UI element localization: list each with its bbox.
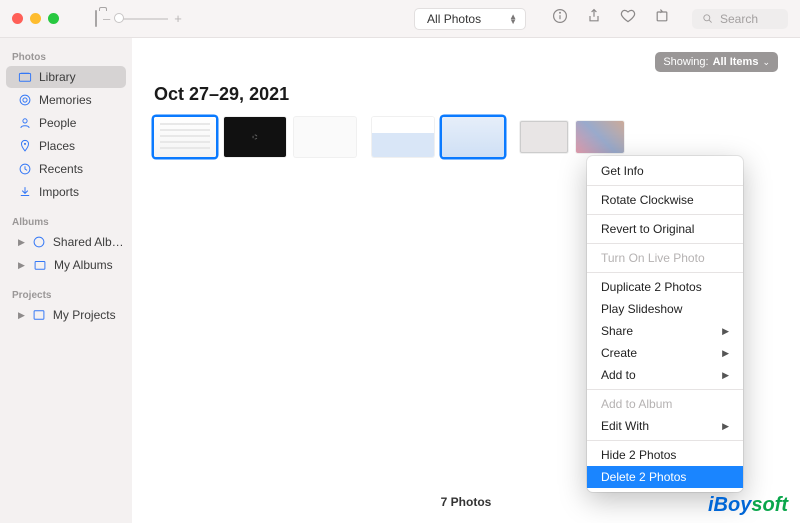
menu-separator	[587, 243, 743, 244]
favorite-icon[interactable]	[620, 8, 636, 29]
photo-thumbnail[interactable]	[154, 117, 216, 157]
menu-separator	[587, 389, 743, 390]
search-field[interactable]: Search	[692, 9, 788, 29]
info-icon[interactable]	[552, 8, 568, 29]
context-menu: Get Info Rotate Clockwise Revert to Orig…	[587, 156, 743, 492]
menu-separator	[587, 272, 743, 273]
menu-separator	[587, 214, 743, 215]
menu-item-delete[interactable]: Delete 2 Photos	[587, 466, 743, 488]
menu-item-edit-with[interactable]: Edit With▶	[587, 415, 743, 437]
sidebar-item-places[interactable]: Places	[6, 135, 126, 157]
date-heading: Oct 27–29, 2021	[154, 84, 778, 105]
sidebar-item-shared-albums[interactable]: ▶ Shared Alb…	[6, 231, 126, 253]
recents-icon	[18, 162, 32, 176]
disclosure-icon[interactable]: ▶	[18, 310, 25, 321]
zoom-out-button[interactable]: –	[103, 11, 110, 26]
footer-count: 7 Photos	[132, 495, 800, 509]
menu-item-slideshow[interactable]: Play Slideshow	[587, 298, 743, 320]
photo-thumbnail[interactable]	[372, 117, 434, 157]
sidebar-item-my-albums[interactable]: ▶ My Albums	[6, 254, 126, 276]
sidebar-item-library[interactable]: Library	[6, 66, 126, 88]
window-controls	[12, 13, 59, 24]
chevron-right-icon: ▶	[722, 421, 729, 432]
sidebar-section-albums: Albums	[0, 211, 132, 230]
zoom-controls: – +	[95, 11, 182, 26]
sidebar-item-people[interactable]: People	[6, 112, 126, 134]
menu-item-add-album: Add to Album	[587, 393, 743, 415]
titlebar: – + All Photos ▲▼ Search	[0, 0, 800, 38]
chevron-right-icon: ▶	[722, 348, 729, 359]
people-icon	[18, 116, 32, 130]
library-icon	[18, 70, 32, 84]
disclosure-icon[interactable]: ▶	[18, 260, 26, 271]
chevron-down-icon: ⌄	[762, 57, 770, 68]
thumbnail-row	[154, 117, 778, 157]
menu-item-rotate[interactable]: Rotate Clockwise	[587, 189, 743, 211]
imports-icon	[18, 185, 32, 199]
sidebar-item-imports[interactable]: Imports	[6, 181, 126, 203]
photo-thumbnail[interactable]	[224, 117, 286, 157]
sidebar-section-projects: Projects	[0, 284, 132, 303]
sidebar-item-my-projects[interactable]: ▶ My Projects	[6, 304, 126, 326]
sidebar-item-recents[interactable]: Recents	[6, 158, 126, 180]
sidebar-section-photos: Photos	[0, 46, 132, 65]
menu-separator	[587, 440, 743, 441]
content-area: Showing: All Items ⌄ Oct 27–29, 2021 Get…	[132, 38, 800, 523]
search-icon	[702, 13, 714, 25]
menu-separator	[587, 185, 743, 186]
menu-item-hide[interactable]: Hide 2 Photos	[587, 444, 743, 466]
rotate-icon[interactable]	[654, 8, 670, 29]
share-icon[interactable]	[586, 8, 602, 29]
disclosure-icon[interactable]: ▶	[18, 237, 25, 248]
projects-icon	[32, 308, 46, 322]
sidebar: Photos Library Memories People Places Re…	[0, 38, 132, 523]
photo-thumbnail[interactable]	[520, 121, 568, 153]
toolbar-actions	[552, 8, 670, 29]
shared-icon	[32, 235, 46, 249]
filter-label: All Photos	[427, 12, 481, 26]
watermark: iBoysoft	[708, 494, 788, 517]
showing-filter-button[interactable]: Showing: All Items ⌄	[655, 52, 778, 72]
chevron-right-icon: ▶	[722, 326, 729, 337]
menu-item-create[interactable]: Create▶	[587, 342, 743, 364]
photo-thumbnail[interactable]	[576, 121, 624, 153]
photo-thumbnail[interactable]	[294, 117, 356, 157]
library-filter-popup[interactable]: All Photos ▲▼	[414, 8, 526, 30]
zoom-in-button[interactable]: +	[174, 11, 182, 26]
chevron-right-icon: ▶	[722, 370, 729, 381]
albums-icon	[33, 258, 47, 272]
search-placeholder: Search	[720, 12, 758, 26]
sidebar-item-memories[interactable]: Memories	[6, 89, 126, 111]
menu-item-live-photo: Turn On Live Photo	[587, 247, 743, 269]
places-icon	[18, 139, 32, 153]
photo-thumbnail[interactable]	[442, 117, 504, 157]
menu-item-share[interactable]: Share▶	[587, 320, 743, 342]
close-window-button[interactable]	[12, 13, 23, 24]
menu-item-get-info[interactable]: Get Info	[587, 160, 743, 182]
menu-item-duplicate[interactable]: Duplicate 2 Photos	[587, 276, 743, 298]
menu-item-add-to[interactable]: Add to▶	[587, 364, 743, 386]
chevron-updown-icon: ▲▼	[509, 14, 517, 24]
minimize-window-button[interactable]	[30, 13, 41, 24]
menu-item-revert[interactable]: Revert to Original	[587, 218, 743, 240]
fullscreen-window-button[interactable]	[48, 13, 59, 24]
zoom-slider[interactable]	[116, 18, 168, 20]
memories-icon	[18, 93, 32, 107]
aspect-icon[interactable]	[95, 11, 97, 26]
